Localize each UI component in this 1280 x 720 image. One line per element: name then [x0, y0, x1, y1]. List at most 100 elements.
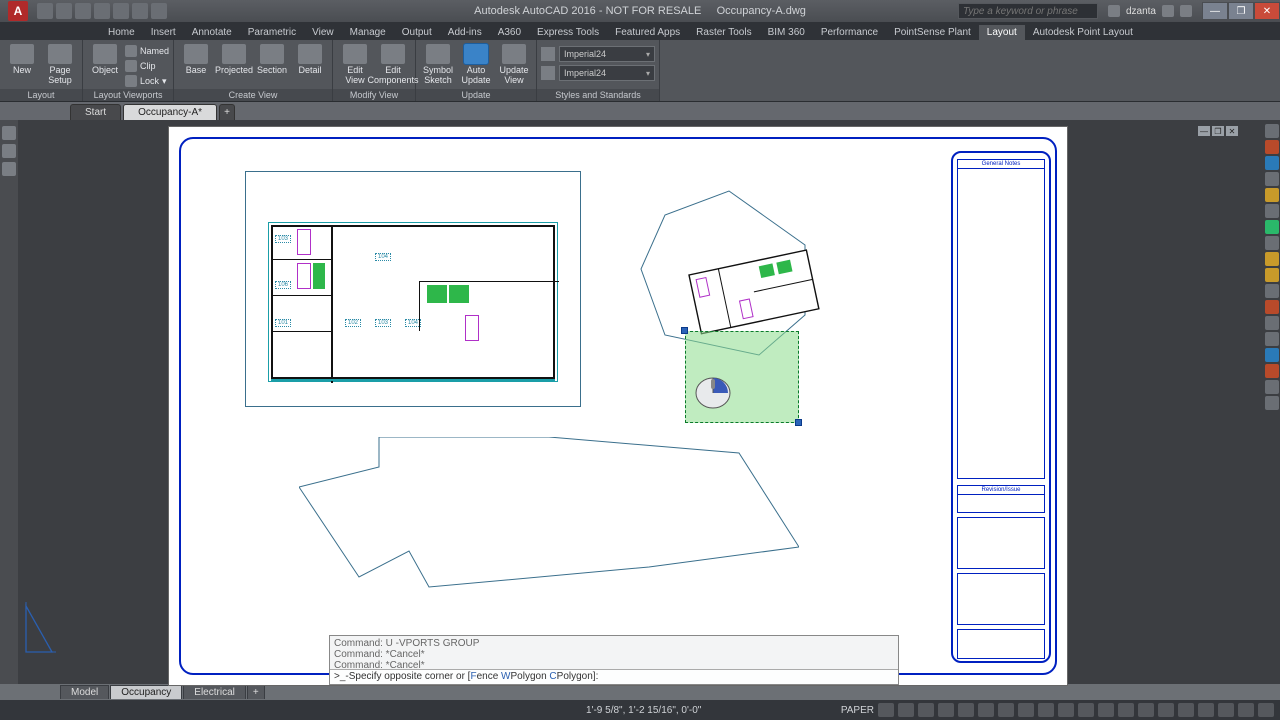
status-annovis-icon[interactable]	[1078, 703, 1094, 717]
qat-print-icon[interactable]	[113, 3, 129, 19]
ribbon-tab-output[interactable]: Output	[394, 25, 440, 40]
ribbon-tab-annotate[interactable]: Annotate	[184, 25, 240, 40]
window-minimize-button[interactable]: —	[1202, 2, 1228, 20]
nav-tool-icon[interactable]	[1265, 172, 1279, 186]
detail-style-combo[interactable]: Imperial24	[559, 65, 655, 81]
command-line[interactable]: Command: U -VPORTS GROUP Command: *Cance…	[329, 635, 899, 685]
ribbon-tab-addins[interactable]: Add-ins	[440, 25, 490, 40]
file-tab-occupancy[interactable]: Occupancy-A*	[123, 104, 217, 120]
ribbon-tab-view[interactable]: View	[304, 25, 342, 40]
status-units-icon[interactable]	[1138, 703, 1154, 717]
nav-tool-icon[interactable]	[1265, 380, 1279, 394]
status-cleanscreen-icon[interactable]	[1238, 703, 1254, 717]
nav-tool-icon[interactable]	[1265, 332, 1279, 346]
nav-tool-icon[interactable]	[1265, 364, 1279, 378]
layout-tab-model[interactable]: Model	[60, 685, 109, 699]
doc-close-button[interactable]: ✕	[1226, 126, 1238, 136]
status-customize-icon[interactable]	[1258, 703, 1274, 717]
layout-tab-occupancy[interactable]: Occupancy	[110, 685, 182, 699]
layout-tab-electrical[interactable]: Electrical	[183, 685, 246, 699]
ribbon-tab-insert[interactable]: Insert	[143, 25, 184, 40]
window-close-button[interactable]: ✕	[1254, 2, 1280, 20]
new-layout-button[interactable]: New	[4, 42, 40, 75]
qat-open-icon[interactable]	[56, 3, 72, 19]
left-tool-1-icon[interactable]	[2, 126, 16, 140]
projected-view-button[interactable]: Projected	[216, 42, 252, 75]
status-isolate-icon[interactable]	[1198, 703, 1214, 717]
nav-tool-icon[interactable]	[1265, 124, 1279, 138]
user-name[interactable]: dzanta	[1126, 6, 1156, 17]
status-otrack-icon[interactable]	[978, 703, 994, 717]
command-prompt[interactable]: >_-Specify opposite corner or [Fence WPo…	[330, 669, 898, 684]
left-tool-3-icon[interactable]	[2, 162, 16, 176]
paper-canvas[interactable]: 103 104 106 101 102 103 104	[168, 126, 1068, 686]
help-icon[interactable]	[1180, 5, 1192, 17]
ribbon-tab-pointsense[interactable]: PointSense Plant	[886, 25, 979, 40]
viewport-lock-button[interactable]: Lock ▾	[125, 74, 169, 88]
ribbon-tab-performance[interactable]: Performance	[813, 25, 886, 40]
selection-grip[interactable]	[681, 327, 688, 334]
section-style-combo[interactable]: Imperial24	[559, 46, 655, 62]
file-tab-new-button[interactable]: +	[219, 104, 235, 120]
nav-tool-icon[interactable]	[1265, 316, 1279, 330]
selection-grip[interactable]	[795, 419, 802, 426]
ribbon-tab-manage[interactable]: Manage	[342, 25, 394, 40]
ribbon-tab-express[interactable]: Express Tools	[529, 25, 607, 40]
ribbon-tab-a360[interactable]: A360	[490, 25, 529, 40]
status-polar-icon[interactable]	[938, 703, 954, 717]
layout-tab-add-button[interactable]: +	[247, 685, 265, 699]
nav-tool-icon[interactable]	[1265, 156, 1279, 170]
doc-restore-button[interactable]: ❐	[1212, 126, 1224, 136]
nav-tool-icon[interactable]	[1265, 220, 1279, 234]
status-annomon-icon[interactable]	[1118, 703, 1134, 717]
nav-tool-icon[interactable]	[1265, 284, 1279, 298]
app-logo-icon[interactable]: A	[8, 1, 28, 21]
ribbon-tab-featured[interactable]: Featured Apps	[607, 25, 688, 40]
nav-tool-icon[interactable]	[1265, 300, 1279, 314]
nav-tool-icon[interactable]	[1265, 268, 1279, 282]
nav-tool-icon[interactable]	[1265, 188, 1279, 202]
auto-update-button[interactable]: Auto Update	[458, 42, 494, 85]
status-snap-icon[interactable]	[898, 703, 914, 717]
nav-tool-icon[interactable]	[1265, 236, 1279, 250]
exchange-icon[interactable]	[1162, 5, 1174, 17]
viewport-object-button[interactable]: Object	[87, 42, 123, 75]
nav-tool-icon[interactable]	[1265, 140, 1279, 154]
status-lweight-icon[interactable]	[998, 703, 1014, 717]
canvas-area[interactable]: — ❐ ✕	[18, 120, 1262, 684]
status-space[interactable]: PAPER	[841, 705, 874, 716]
base-view-button[interactable]: Base	[178, 42, 214, 75]
viewport-named-button[interactable]: Named	[125, 44, 169, 58]
ribbon-tab-parametric[interactable]: Parametric	[240, 25, 304, 40]
nav-tool-icon[interactable]	[1265, 252, 1279, 266]
viewport-rectangular[interactable]: 103 104 106 101 102 103 104	[245, 171, 581, 407]
update-view-button[interactable]: Update View	[496, 42, 532, 85]
qat-new-icon[interactable]	[37, 3, 53, 19]
detail-view-button[interactable]: Detail	[292, 42, 328, 75]
viewport-clip-button[interactable]: Clip	[125, 59, 169, 73]
status-transparency-icon[interactable]	[1018, 703, 1034, 717]
nav-tool-icon[interactable]	[1265, 204, 1279, 218]
status-grid-icon[interactable]	[878, 703, 894, 717]
page-setup-button[interactable]: Page Setup	[42, 42, 78, 85]
status-hardware-icon[interactable]	[1218, 703, 1234, 717]
window-maximize-button[interactable]: ❐	[1228, 2, 1254, 20]
status-annoscale-icon[interactable]	[1058, 703, 1074, 717]
file-tab-start[interactable]: Start	[70, 104, 121, 120]
qat-save-icon[interactable]	[75, 3, 91, 19]
status-cycling-icon[interactable]	[1038, 703, 1054, 717]
ribbon-tab-layout[interactable]: Layout	[979, 25, 1025, 40]
help-search-input[interactable]	[958, 3, 1098, 19]
symbol-sketch-button[interactable]: Symbol Sketch	[420, 42, 456, 85]
status-quickprops-icon[interactable]	[1158, 703, 1174, 717]
qat-redo-icon[interactable]	[151, 3, 167, 19]
status-workspace-icon[interactable]	[1098, 703, 1114, 717]
status-ortho-icon[interactable]	[918, 703, 934, 717]
status-osnap-icon[interactable]	[958, 703, 974, 717]
status-lock-ui-icon[interactable]	[1178, 703, 1194, 717]
qat-undo-icon[interactable]	[132, 3, 148, 19]
ribbon-tab-home[interactable]: Home	[100, 25, 143, 40]
nav-tool-icon[interactable]	[1265, 348, 1279, 362]
left-tool-2-icon[interactable]	[2, 144, 16, 158]
doc-minimize-button[interactable]: —	[1198, 126, 1210, 136]
